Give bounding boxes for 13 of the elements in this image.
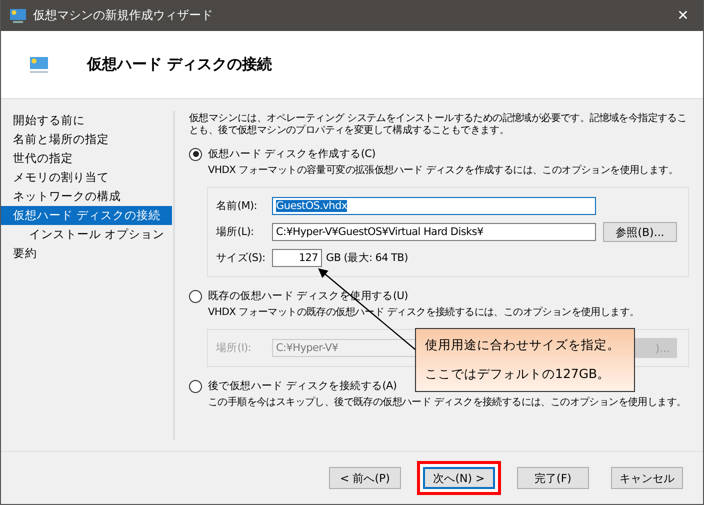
field-label: 場所(I): xyxy=(216,341,252,355)
callout-text: ここではデフォルトの127GB。 xyxy=(425,366,612,383)
window-title: 仮想マシンの新規作成ウィザード xyxy=(33,7,214,24)
field-label: 場所(L): xyxy=(216,225,255,239)
option-label: 仮想ハード ディスクを作成する(C) xyxy=(208,147,376,161)
page-heading: 仮想ハード ディスクの接続 xyxy=(87,55,272,74)
field-label: サイズ(S): xyxy=(216,251,266,265)
option-label: 後で仮想ハード ディスクを接続する(A) xyxy=(208,379,397,393)
option-description: VHDX フォーマットの容量可変の拡張仮想ハード ディスクを作成するには、このオプションを使用します。 xyxy=(208,165,679,177)
field-label: 名前(M): xyxy=(216,199,258,213)
option-description: この手順を今はスキップし、後で既存の仮想ハード ディスクを接続するには、このオプションを使用します。 xyxy=(208,397,688,409)
size-unit: GB (最大: 64 TB) xyxy=(326,251,408,265)
intro-text: 仮想マシンには、オペレーティング システムをインストールするための記憶域が必要です。記憶域を今指定することも、後で仮想マシンのプロパティを変更して構成することもできます。 xyxy=(189,113,688,137)
